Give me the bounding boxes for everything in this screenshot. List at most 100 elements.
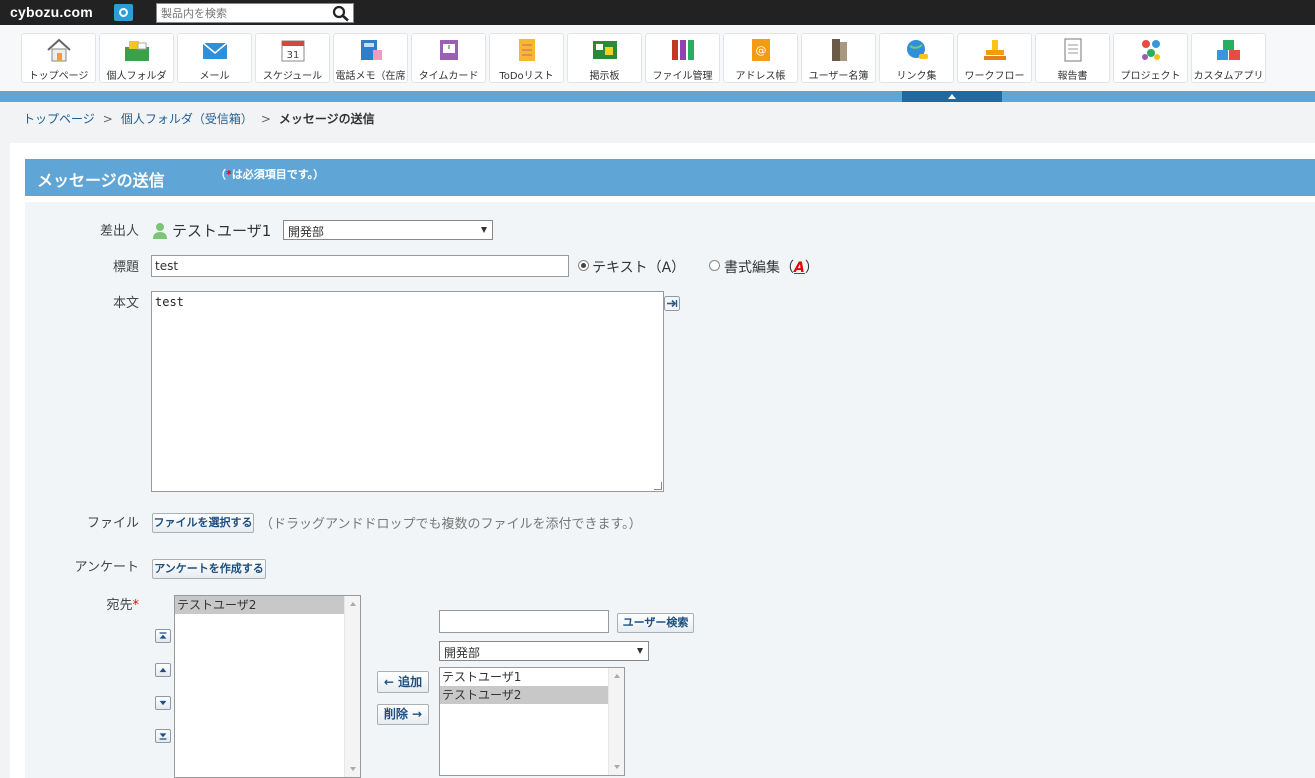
app-label: ワークフロー xyxy=(964,71,1025,82)
app-top-page[interactable]: トップページ xyxy=(21,33,96,83)
file-label: ファイル xyxy=(86,516,139,531)
candidate-department-select[interactable]: 開発部 xyxy=(439,641,649,661)
app-report[interactable]: 報告書 xyxy=(1035,33,1110,83)
page-title: メッセージの送信 xyxy=(37,171,165,190)
scrollbar[interactable] xyxy=(608,668,624,775)
required-note: （*は必須項目です。） xyxy=(215,166,324,182)
address-book-icon: @ xyxy=(752,39,770,61)
search-icon[interactable] xyxy=(332,5,350,22)
create-survey-button[interactable]: アンケートを作成する xyxy=(152,559,266,579)
list-item[interactable]: テストユーザ2 xyxy=(440,686,624,704)
candidate-user-list[interactable]: テストユーザ1 テストユーザ2 xyxy=(439,667,625,776)
page-title-bar: メッセージの送信 （*は必須項目です。） xyxy=(25,159,1315,196)
scroll-up-icon[interactable] xyxy=(350,602,356,606)
garoon-icon[interactable] xyxy=(114,4,133,21)
app-personal-folder[interactable]: 個人フォルダ xyxy=(99,33,174,83)
app-timecard[interactable]: タイムカード xyxy=(411,33,486,83)
phone-memo-icon xyxy=(361,40,382,60)
app-user-directory[interactable]: ユーザー名簿 xyxy=(801,33,876,83)
app-custom-app[interactable]: カスタムアプリ xyxy=(1191,33,1266,83)
app-label: タイムカード xyxy=(418,71,479,82)
bulletin-board-icon xyxy=(593,41,617,59)
app-address-book[interactable]: @ アドレス帳 xyxy=(723,33,798,83)
move-down-icon[interactable] xyxy=(155,696,171,710)
resize-handle-icon[interactable] xyxy=(654,482,662,490)
breadcrumb-personal-folder[interactable]: 個人フォルダ（受信箱） xyxy=(121,112,253,126)
workflow-stamp-icon xyxy=(984,40,1006,60)
app-link-collection[interactable]: リンク集 xyxy=(879,33,954,83)
app-label: 報告書 xyxy=(1057,71,1088,82)
survey-label: アンケート xyxy=(74,560,139,575)
app-label: リンク集 xyxy=(896,71,937,82)
app-label: ToDoリスト xyxy=(499,71,554,82)
user-search-input[interactable] xyxy=(439,610,609,633)
remove-recipient-button[interactable]: 削除 → xyxy=(377,704,429,725)
move-top-icon[interactable] xyxy=(155,629,171,643)
format-text-radio[interactable] xyxy=(578,260,589,271)
app-label: プロジェクト xyxy=(1120,71,1181,82)
expand-textarea-icon[interactable] xyxy=(664,296,680,311)
app-file-management[interactable]: ファイル管理 xyxy=(645,33,720,83)
app-bulletin-board[interactable]: 掲示板 xyxy=(567,33,642,83)
report-icon xyxy=(1064,38,1082,62)
scroll-up-icon[interactable] xyxy=(614,674,620,678)
todo-icon xyxy=(519,39,535,61)
file-drop-hint: （ドラッグアンドドロップでも複数のファイルを添付できます。） xyxy=(260,517,642,532)
sender-name: テストユーザ1 xyxy=(172,222,272,240)
app-nav-underline xyxy=(0,91,1315,102)
chevron-down-icon xyxy=(637,648,643,654)
calendar-icon: 31 xyxy=(281,40,305,62)
app-project[interactable]: プロジェクト xyxy=(1113,33,1188,83)
select-file-button[interactable]: ファイルを選択する xyxy=(152,513,254,533)
user-icon xyxy=(153,223,167,239)
product-search-input[interactable] xyxy=(157,4,329,22)
app-navigation: トップページ 個人フォルダ メール 31 スケジュール 電話メモ（在席 タイムカ… xyxy=(0,25,1315,91)
chevron-right-icon: > xyxy=(102,112,113,126)
chevron-down-icon xyxy=(481,227,487,233)
sender-label: 差出人 xyxy=(99,224,139,239)
move-bottom-icon[interactable] xyxy=(155,729,171,743)
user-directory-icon xyxy=(832,39,847,61)
sender-department-select[interactable]: 開発部 xyxy=(283,220,493,240)
scroll-down-icon[interactable] xyxy=(614,765,620,769)
link-globe-icon xyxy=(907,40,928,59)
app-workflow[interactable]: ワークフロー xyxy=(957,33,1032,83)
recipients-label-text: 宛先 xyxy=(106,598,133,613)
candidate-department-value: 開発部 xyxy=(444,646,481,660)
format-rich-label[interactable]: 書式編集（A） xyxy=(724,257,819,277)
app-phone-memo[interactable]: 電話メモ（在席 xyxy=(333,33,408,83)
list-item[interactable]: テストユーザ1 xyxy=(440,668,624,686)
body-textarea[interactable]: test xyxy=(151,291,664,492)
format-rich-close: ） xyxy=(804,260,819,276)
home-icon xyxy=(47,38,71,62)
format-text-label[interactable]: テキスト（A） xyxy=(592,257,685,277)
user-search-button[interactable]: ユーザー検索 xyxy=(617,613,694,633)
app-label: メール xyxy=(199,71,230,82)
cybozu-logo[interactable]: cybozu.com xyxy=(10,4,93,20)
subject-label: 標題 xyxy=(112,260,139,275)
move-up-icon[interactable] xyxy=(155,663,171,677)
required-note-open: （ xyxy=(215,168,226,181)
app-label: 電話メモ（在席 xyxy=(335,71,406,82)
body-text: test xyxy=(155,295,184,309)
breadcrumb-top-page[interactable]: トップページ xyxy=(23,112,95,126)
add-recipient-button[interactable]: ← 追加 xyxy=(377,671,429,693)
app-label: 個人フォルダ xyxy=(106,71,167,82)
scroll-down-icon[interactable] xyxy=(350,767,356,771)
app-schedule[interactable]: 31 スケジュール xyxy=(255,33,330,83)
app-label: 掲示板 xyxy=(589,71,620,82)
subject-input[interactable] xyxy=(151,255,569,277)
mail-icon xyxy=(202,42,228,59)
product-search-box xyxy=(156,3,354,23)
app-mail[interactable]: メール xyxy=(177,33,252,83)
svg-text:31: 31 xyxy=(287,50,300,61)
chevron-right-icon: > xyxy=(260,112,271,126)
app-todo-list[interactable]: ToDoリスト xyxy=(489,33,564,83)
scrollbar[interactable] xyxy=(344,596,360,777)
format-rich-radio[interactable] xyxy=(709,260,720,271)
custom-app-icon xyxy=(1217,40,1240,60)
recipients-list[interactable]: テストユーザ2 xyxy=(174,595,361,778)
app-label: ファイル管理 xyxy=(652,71,713,82)
list-item[interactable]: テストユーザ2 xyxy=(175,596,360,614)
svg-text:@: @ xyxy=(756,44,767,57)
